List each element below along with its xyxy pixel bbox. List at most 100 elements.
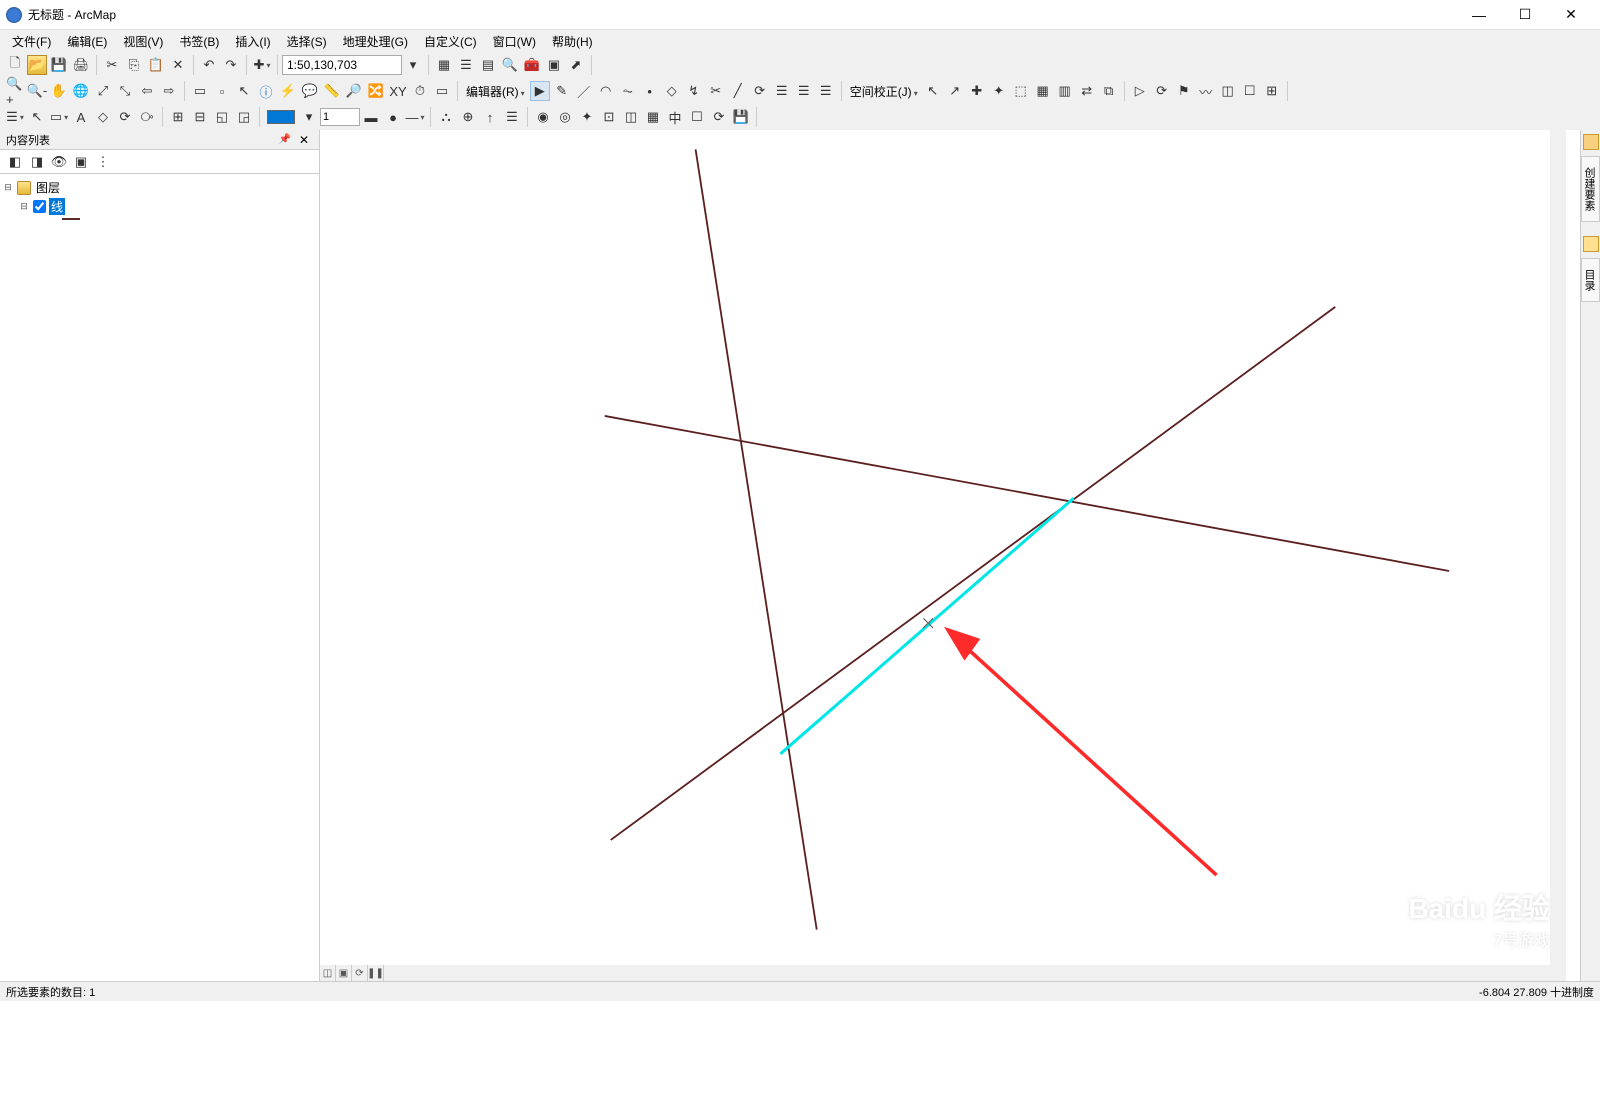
text-tool-icon[interactable]: A <box>71 107 91 127</box>
model-builder-icon[interactable]: ⬈ <box>566 55 586 75</box>
root-collapse-icon[interactable]: ⊟ <box>2 182 14 193</box>
scale-dropdown-icon[interactable]: ▾ <box>403 55 423 75</box>
multi-link-icon[interactable]: ✚ <box>967 81 987 101</box>
georef-tool-4-icon[interactable]: ⊡ <box>599 107 619 127</box>
edit-vertices-icon[interactable]: ◇ <box>662 81 682 101</box>
create-features-tab[interactable]: 创建要素 <box>1581 156 1600 222</box>
clear-selection-icon[interactable]: ▫ <box>212 81 232 101</box>
fixed-zoom-out-icon[interactable]: ⤡ <box>115 81 135 101</box>
minimize-button[interactable]: — <box>1456 0 1502 30</box>
map-view[interactable]: Baidu 经验 7号游戏 ◫ ▣ ⟳ ❚❚ <box>320 130 1580 981</box>
time-slider-icon[interactable]: ⏱ <box>410 81 430 101</box>
sketch-properties-icon[interactable]: ☰ <box>794 81 814 101</box>
zoom-to-elements-icon[interactable]: ⧂ <box>137 107 157 127</box>
layer-visibility-checkbox[interactable] <box>33 200 46 213</box>
trace-icon[interactable]: ⏦ <box>618 81 638 101</box>
create-features-dock-icon[interactable] <box>1583 134 1599 150</box>
html-popup-icon[interactable]: 💬 <box>300 81 320 101</box>
na-window-icon[interactable]: ☰ <box>502 107 522 127</box>
copy-icon[interactable]: ⎘ <box>124 55 144 75</box>
catalog-dock-icon[interactable] <box>1583 236 1599 252</box>
create-viewer-icon[interactable]: ▭ <box>432 81 452 101</box>
rectangle-shape-icon[interactable]: ▭ <box>49 107 69 127</box>
toc-tree[interactable]: ⊟ 图层 ⊟ 线 <box>0 174 319 981</box>
print-icon[interactable]: 🖨 <box>71 55 91 75</box>
map-vertical-scrollbar[interactable] <box>1550 130 1566 965</box>
version-changes-icon[interactable]: 〰 <box>1196 81 1216 101</box>
directions-icon[interactable]: ↑ <box>480 107 500 127</box>
search-window-icon[interactable]: 🔍 <box>500 55 520 75</box>
spatial-adjustment-menu[interactable]: 空间校正(J) <box>846 83 922 100</box>
bring-forward-icon[interactable]: ◱ <box>212 107 232 127</box>
feature-line-3[interactable] <box>611 307 1335 840</box>
paste-icon[interactable]: 📋 <box>146 55 166 75</box>
editor-menu-button[interactable]: 编辑器(R) <box>462 83 529 100</box>
end-point-arc-icon[interactable]: ◠ <box>596 81 616 101</box>
data-frame-label[interactable]: 图层 <box>34 179 62 196</box>
selected-feature-line[interactable] <box>780 498 1073 754</box>
line-color-icon[interactable]: ▬ <box>361 107 381 127</box>
attribute-transfer-icon[interactable]: ⇄ <box>1077 81 1097 101</box>
cut-polygons-icon[interactable]: ✂ <box>706 81 726 101</box>
fixed-zoom-in-icon[interactable]: ⤢ <box>93 81 113 101</box>
add-data-icon[interactable]: ✚ <box>252 55 272 75</box>
full-extent-icon[interactable]: 🌐 <box>71 81 91 101</box>
maximize-button[interactable]: ☐ <box>1502 0 1548 30</box>
displacement-link-icon[interactable]: ↗ <box>945 81 965 101</box>
version-tree-icon[interactable]: ⊞ <box>1262 81 1282 101</box>
limited-adjust-icon[interactable]: ⬚ <box>1011 81 1031 101</box>
table-of-contents-icon[interactable]: ☰ <box>456 55 476 75</box>
pause-drawing-button[interactable]: ❚❚ <box>368 965 384 981</box>
menu-bookmarks[interactable]: 书签(B) <box>171 31 227 52</box>
feature-line-1[interactable] <box>696 149 817 929</box>
menu-geoprocessing[interactable]: 地理处理(G) <box>335 31 416 52</box>
menu-customize[interactable]: 自定义(C) <box>416 31 485 52</box>
menu-help[interactable]: 帮助(H) <box>544 31 601 52</box>
adjust-tool-9-icon[interactable]: ⧉ <box>1099 81 1119 101</box>
menu-edit[interactable]: 编辑(E) <box>59 31 115 52</box>
find-route-icon[interactable]: 🔀 <box>366 81 386 101</box>
group-elements-icon[interactable]: ⊞ <box>168 107 188 127</box>
reconcile-icon[interactable]: ▷ <box>1130 81 1150 101</box>
marker-color-icon[interactable]: ● <box>383 107 403 127</box>
auto-georef-icon[interactable]: 中 <box>665 107 685 127</box>
tree-layer-row[interactable]: ⊟ 线 <box>2 197 317 216</box>
menu-selection[interactable]: 选择(S) <box>279 31 335 52</box>
georef-tool-2-icon[interactable]: ◎ <box>555 107 575 127</box>
back-extent-icon[interactable]: ⇦ <box>137 81 157 101</box>
edit-annotation-icon[interactable]: ✎ <box>552 81 572 101</box>
point-sketch-icon[interactable]: • <box>640 81 660 101</box>
close-button[interactable]: ✕ <box>1548 0 1594 30</box>
pan-hand-icon[interactable]: ✋ <box>49 81 69 101</box>
delete-icon[interactable]: ✕ <box>168 55 188 75</box>
split-tool-icon[interactable]: ╱ <box>728 81 748 101</box>
ungroup-icon[interactable]: ⊟ <box>190 107 210 127</box>
georef-viewer-icon[interactable]: ☐ <box>687 107 707 127</box>
toc-close-icon[interactable]: ✕ <box>295 133 313 147</box>
identify-icon[interactable]: ⓘ <box>256 81 276 101</box>
view-link-table-icon[interactable]: ▦ <box>1033 81 1053 101</box>
list-by-selection-icon[interactable]: ▣ <box>71 152 91 172</box>
network-analyst-icon[interactable]: ⛬ <box>436 107 456 127</box>
draw-menu-icon[interactable]: ☰ <box>5 107 25 127</box>
edit-tool-icon[interactable]: ▶ <box>530 81 550 101</box>
zoom-in-icon[interactable]: 🔍+ <box>5 81 25 101</box>
select-elements-arrow-icon[interactable]: ↖ <box>234 81 254 101</box>
open-folder-icon[interactable]: 📂 <box>27 55 47 75</box>
tree-root-row[interactable]: ⊟ 图层 <box>2 178 317 197</box>
hyperlink-icon[interactable]: ⚡ <box>278 81 298 101</box>
editor-toolbar-toggle-icon[interactable]: ▦ <box>434 55 454 75</box>
version-manager-icon[interactable]: ◫ <box>1218 81 1238 101</box>
catalog-window-icon[interactable]: ▤ <box>478 55 498 75</box>
python-window-icon[interactable]: ▣ <box>544 55 564 75</box>
select-elements-icon[interactable]: ↖ <box>27 107 47 127</box>
map-scale-input[interactable] <box>282 55 402 75</box>
measure-icon[interactable]: 📏 <box>322 81 342 101</box>
conflicts-icon[interactable]: ⚑ <box>1174 81 1194 101</box>
layer-label[interactable]: 线 <box>49 198 65 215</box>
select-adjust-icon[interactable]: ↖ <box>923 81 943 101</box>
georef-save-icon[interactable]: 💾 <box>731 107 751 127</box>
layer-symbol-swatch[interactable] <box>62 218 80 220</box>
undo-icon[interactable]: ↶ <box>199 55 219 75</box>
new-document-icon[interactable]: 🗋 <box>5 55 25 75</box>
